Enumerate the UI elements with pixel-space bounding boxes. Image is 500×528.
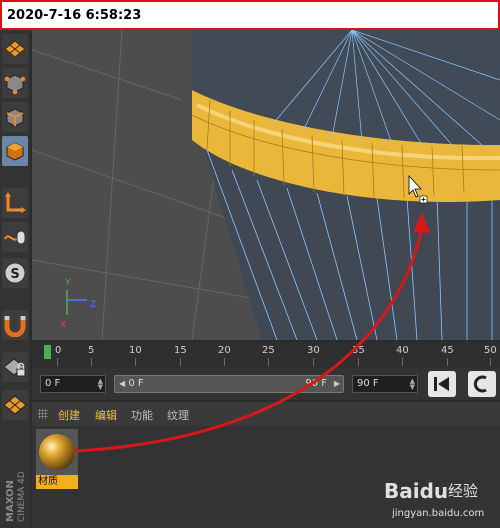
watermark-jingyan: 经验 [448,482,478,500]
watermark-url: jingyan.baidu.com [391,508,484,519]
baidu-jingyan-watermark: Baidu 经验 jingyan.baidu.com [382,472,500,524]
annotation-arrow [73,212,430,453]
watermark-logo: Baidu [384,479,448,503]
